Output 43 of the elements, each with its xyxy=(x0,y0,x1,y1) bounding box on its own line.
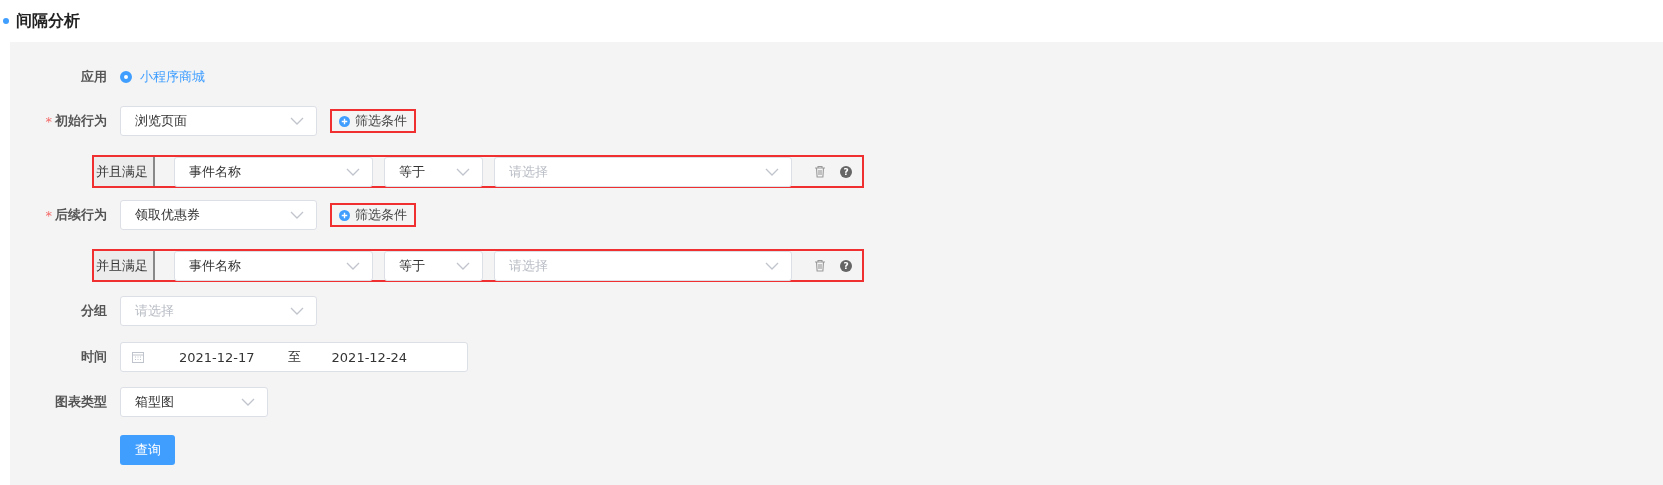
calendar-icon xyxy=(132,351,144,363)
behavior-select[interactable]: 浏览页面 xyxy=(120,106,317,136)
field-label: 后续行为 xyxy=(55,206,107,224)
range-separator: 至 xyxy=(287,348,301,366)
chevron-down-icon xyxy=(765,261,779,270)
date-range-field[interactable]: 2021-12-17 至 2021-12-24 xyxy=(120,342,468,372)
chevron-down-icon xyxy=(456,167,470,176)
chevron-down-icon xyxy=(346,167,360,176)
chart-type-select[interactable]: 箱型图 xyxy=(120,387,268,417)
required-asterisk: * xyxy=(45,207,52,223)
help-icon[interactable]: ? xyxy=(840,259,852,272)
chevron-down-icon xyxy=(241,398,255,406)
required-asterisk: * xyxy=(45,113,52,129)
plus-circle-icon xyxy=(339,209,350,221)
field-label: 分组 xyxy=(81,302,107,320)
radio-button[interactable] xyxy=(120,71,132,83)
behavior-select[interactable]: 领取优惠券 xyxy=(120,200,317,230)
chevron-down-icon xyxy=(290,211,304,219)
add-filter-button[interactable]: 筛选条件 xyxy=(330,109,416,133)
help-icon[interactable]: ? xyxy=(840,165,852,178)
field-label: 初始行为 xyxy=(55,112,107,130)
chevron-down-icon xyxy=(456,261,470,270)
operator-select[interactable]: 等于 xyxy=(384,250,483,281)
operator-select[interactable]: 等于 xyxy=(384,156,483,187)
plus-circle-icon xyxy=(339,115,350,127)
add-filter-button[interactable]: 筛选条件 xyxy=(330,203,416,227)
field-label: 时间 xyxy=(81,348,107,366)
logic-label: 并且满足 xyxy=(94,157,155,186)
trash-icon[interactable] xyxy=(814,259,826,272)
start-date: 2021-12-17 xyxy=(179,349,255,365)
chevron-down-icon xyxy=(346,261,360,270)
page-title: 间隔分析 xyxy=(16,10,80,32)
field-select[interactable]: 事件名称 xyxy=(174,250,373,281)
field-label: 图表类型 xyxy=(55,393,107,411)
logic-label: 并且满足 xyxy=(94,251,155,280)
chevron-down-icon xyxy=(290,307,304,315)
title-dot-icon xyxy=(3,18,9,24)
field-label: 应用 xyxy=(81,68,107,86)
trash-icon[interactable] xyxy=(814,165,826,178)
end-date: 2021-12-24 xyxy=(331,349,408,365)
chevron-down-icon xyxy=(765,167,779,176)
field-select[interactable]: 事件名称 xyxy=(174,156,373,187)
chevron-down-icon xyxy=(290,117,304,125)
